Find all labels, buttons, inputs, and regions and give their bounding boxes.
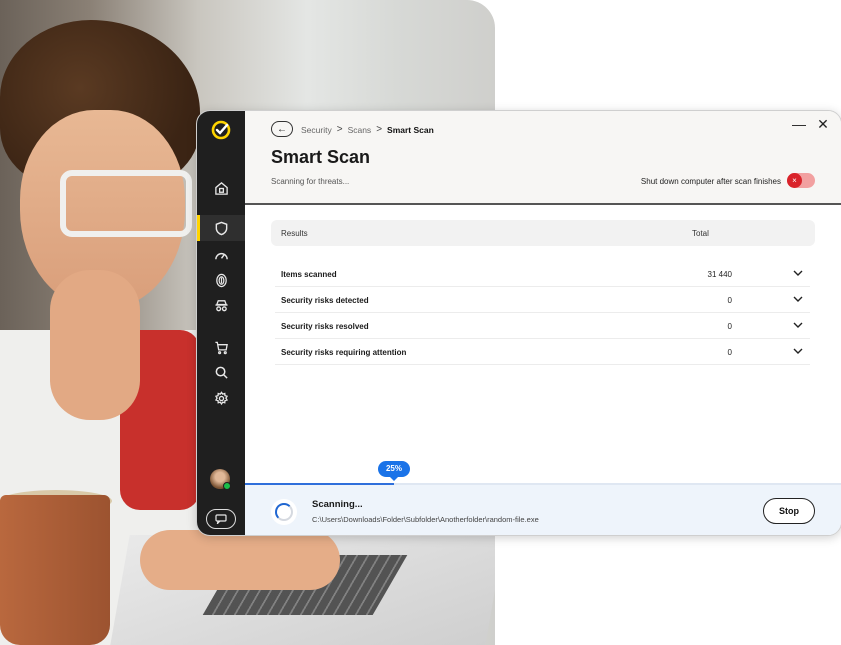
page-title: Smart Scan xyxy=(271,147,371,167)
sidebar-item-identity[interactable] xyxy=(197,268,245,292)
close-button[interactable]: ✕ xyxy=(815,116,831,133)
current-file-path: C:\Users\Downloads\Folder\Subfolder\Anot… xyxy=(312,515,539,524)
sidebar-item-settings[interactable] xyxy=(197,386,245,410)
chevron-right-icon: > xyxy=(376,124,383,135)
chat-icon xyxy=(215,514,227,524)
row-value: 0 xyxy=(727,322,732,331)
speedometer-icon xyxy=(214,252,228,259)
row-label: Security risks requiring attention xyxy=(281,348,407,357)
table-row[interactable]: Security risks detected 0 xyxy=(275,287,810,313)
photo-typing-hand xyxy=(140,530,340,590)
breadcrumb-security[interactable]: Security xyxy=(301,125,332,135)
total-column-header: Total xyxy=(692,229,709,238)
chevron-right-icon: > xyxy=(336,124,343,135)
minimize-button[interactable]: — xyxy=(791,116,807,132)
shutdown-toggle[interactable]: × xyxy=(787,173,815,188)
chat-button[interactable] xyxy=(206,509,236,529)
shield-icon xyxy=(215,221,227,235)
table-row[interactable]: Items scanned 31 440 xyxy=(275,261,810,287)
back-button[interactable]: ← xyxy=(271,121,293,137)
app-window: ← Security > Scans > Smart Scan — ✕ Smar… xyxy=(196,110,841,536)
toggle-off-x-icon: × xyxy=(787,173,802,188)
results-table-header: Results Total xyxy=(271,220,815,246)
cart-icon xyxy=(214,341,228,354)
table-row[interactable]: Security risks resolved 0 xyxy=(275,313,810,339)
table-row[interactable]: Security risks requiring attention 0 xyxy=(275,339,810,365)
row-label: Security risks detected xyxy=(281,296,369,305)
sidebar-item-search[interactable] xyxy=(197,360,245,384)
home-lock-icon xyxy=(214,181,228,195)
results-column-header: Results xyxy=(281,229,308,238)
scan-spinner xyxy=(271,499,297,525)
breadcrumb-current: Smart Scan xyxy=(387,124,434,135)
sidebar xyxy=(197,111,245,535)
sidebar-item-home[interactable] xyxy=(197,176,245,200)
search-icon xyxy=(215,366,228,379)
incognito-icon xyxy=(214,299,228,311)
chevron-down-icon[interactable] xyxy=(792,345,804,357)
chevron-down-icon[interactable] xyxy=(792,319,804,331)
user-avatar[interactable] xyxy=(210,469,231,490)
breadcrumb: Security > Scans > Smart Scan xyxy=(301,124,434,135)
row-label: Items scanned xyxy=(281,270,337,279)
progress-percent-badge: 25% xyxy=(378,461,410,477)
scan-status-footer: Scanning... C:\Users\Downloads\Folder\Su… xyxy=(245,485,841,535)
row-value: 0 xyxy=(727,348,732,357)
chevron-down-icon[interactable] xyxy=(792,293,804,305)
app-logo-icon[interactable] xyxy=(210,119,232,141)
page-header: ← Security > Scans > Smart Scan — ✕ Smar… xyxy=(245,111,841,205)
photo-glasses xyxy=(60,170,192,237)
sidebar-item-performance[interactable] xyxy=(197,243,245,267)
photo-hand xyxy=(50,270,140,420)
row-value: 0 xyxy=(727,296,732,305)
breadcrumb-scans[interactable]: Scans xyxy=(348,125,372,135)
row-value: 31 440 xyxy=(707,270,732,279)
arrow-left-icon: ← xyxy=(277,123,287,135)
gear-icon xyxy=(214,390,228,405)
sidebar-item-privacy[interactable] xyxy=(197,293,245,317)
scan-status-text: Scanning... xyxy=(312,499,363,510)
shutdown-toggle-label: Shut down computer after scan finishes xyxy=(640,177,781,186)
sidebar-item-shop[interactable] xyxy=(197,335,245,359)
online-status-dot xyxy=(223,482,231,490)
stop-button[interactable]: Stop xyxy=(763,498,815,524)
photo-cup xyxy=(0,495,110,645)
row-label: Security risks resolved xyxy=(281,322,369,331)
chevron-down-icon[interactable] xyxy=(792,267,804,279)
sidebar-item-security[interactable] xyxy=(197,215,245,241)
page-subtitle: Scanning for threats... xyxy=(271,177,350,186)
main-panel: ← Security > Scans > Smart Scan — ✕ Smar… xyxy=(245,111,841,535)
spinner-icon xyxy=(275,503,293,521)
fingerprint-icon xyxy=(215,273,227,287)
